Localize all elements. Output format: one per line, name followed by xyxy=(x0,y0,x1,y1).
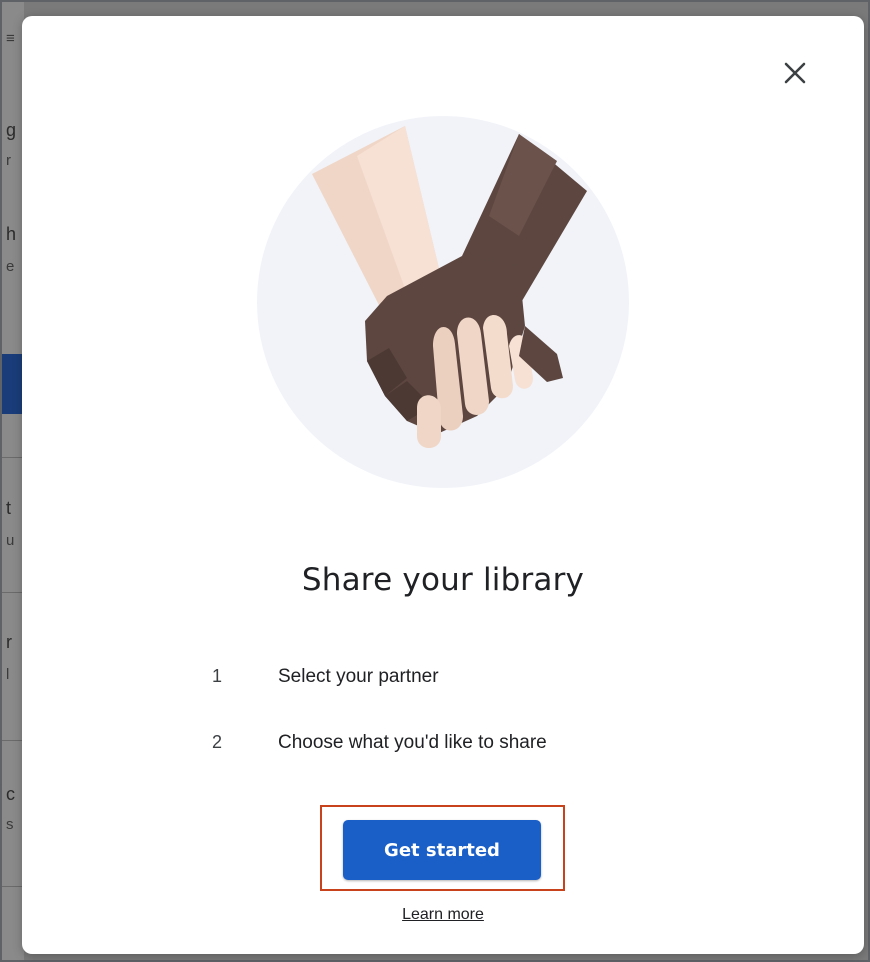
background-divider xyxy=(2,592,24,593)
share-library-dialog: Share your library 1 Select your partner… xyxy=(22,16,864,954)
background-fragment: r xyxy=(6,152,11,169)
background-fragment: g xyxy=(6,120,17,140)
step-number: 1 xyxy=(212,666,223,686)
close-button[interactable] xyxy=(778,56,812,90)
holding-hands-illustration xyxy=(257,116,629,488)
step-label: Select your partner xyxy=(278,666,439,687)
background-button xyxy=(2,354,24,414)
step-item: 1 Select your partner xyxy=(212,666,712,732)
step-item: 2 Choose what you'd like to share xyxy=(212,732,712,798)
background-fragment: c xyxy=(6,784,15,804)
background-fragment: t xyxy=(6,498,12,518)
background-fragment: r xyxy=(6,632,12,652)
screen: ≡ g r h e t u r l c s Share your library… xyxy=(0,0,870,962)
background-fragment: u xyxy=(6,532,15,549)
learn-more-row: Learn more xyxy=(22,906,864,924)
light-thumb xyxy=(417,395,441,448)
background-fragment: e xyxy=(6,258,15,275)
step-number: 2 xyxy=(212,732,223,752)
background-divider xyxy=(2,886,24,887)
step-label: Choose what you'd like to share xyxy=(278,732,547,753)
background-divider xyxy=(2,457,24,458)
background-fragment: ≡ xyxy=(6,30,15,47)
dialog-title: Share your library xyxy=(301,562,585,598)
get-started-button[interactable]: Get started xyxy=(343,820,541,880)
steps-list: 1 Select your partner 2 Choose what you'… xyxy=(212,666,712,798)
background-fragment: h xyxy=(6,224,17,244)
close-icon xyxy=(784,62,806,84)
background-fragment: l xyxy=(6,666,10,683)
learn-more-link[interactable]: Learn more xyxy=(402,906,484,923)
background-fragment: s xyxy=(6,816,14,833)
background-divider xyxy=(2,740,24,741)
